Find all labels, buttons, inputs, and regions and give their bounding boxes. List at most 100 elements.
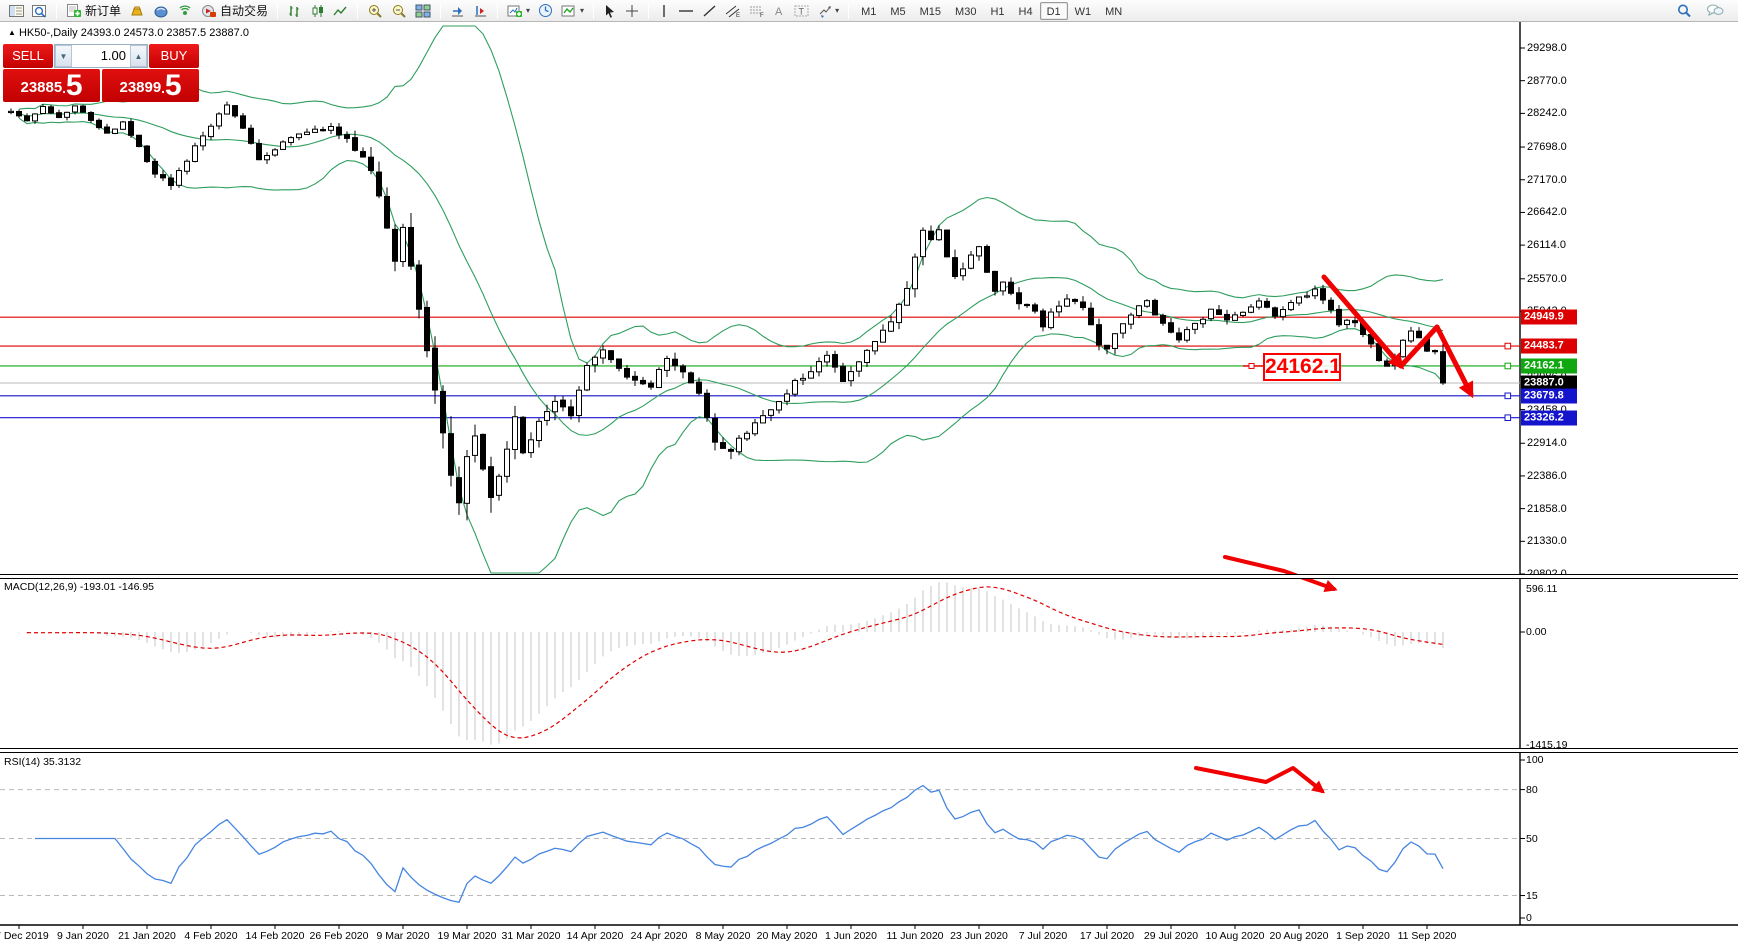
navigator-icon[interactable] [28,1,51,21]
rsi-line [35,785,1443,902]
price-axis-label: 22914.0 [1527,437,1597,449]
timeframe-button-MN[interactable]: MN [1098,2,1129,20]
timeframe-button-W1[interactable]: W1 [1068,2,1099,20]
level-line-marker[interactable] [1505,363,1511,369]
timeframe-button-M1[interactable]: M1 [854,2,883,20]
tile-windows-icon[interactable] [411,1,435,21]
date-axis-label: 20 Aug 2020 [1270,930,1329,942]
auto-scroll-icon[interactable] [446,1,469,21]
buy-price-pips: 5 [165,71,182,101]
price-level-tag: 24162.1 [1521,358,1577,373]
chart-symbol-label: HK50-,Daily [19,27,78,39]
price-annotation-box[interactable]: 24162.1 [1263,353,1341,381]
price-level-tag: 23679.8 [1521,388,1577,403]
buy-button[interactable]: BUY [149,44,199,68]
date-axis-label: 29 Jul 2020 [1144,930,1198,942]
auto-trading-label: 自动交易 [220,2,268,19]
chart-canvas[interactable] [0,0,1738,945]
timeframe-button-M5[interactable]: M5 [883,2,912,20]
date-axis-label: 10 Aug 2020 [1206,930,1265,942]
bar-chart-mode-icon[interactable] [283,1,306,21]
date-axis-label: 9 Mar 2020 [376,930,429,942]
date-axis-label: 17 Jul 2020 [1080,930,1134,942]
timeframe-button-H1[interactable]: H1 [983,2,1011,20]
crosshair-tool-icon[interactable] [621,1,643,21]
macd-signal-line [27,587,1443,738]
zoom-out-icon[interactable] [387,1,411,21]
price-axis-label: 22386.0 [1527,470,1597,482]
indicators-button[interactable]: ▾ [557,1,588,21]
svg-text:A: A [775,6,783,18]
chart-ohlc-values: 24393.0 24573.0 23857.5 23887.0 [81,27,249,39]
auto-trading-button[interactable]: 自动交易 [197,1,272,21]
price-axis-label: 28770.0 [1527,75,1597,87]
volume-decrease-button[interactable]: ▼ [55,45,72,67]
timeframe-button-M30[interactable]: M30 [948,2,983,20]
chart-shift-icon[interactable] [469,1,492,21]
level-line-marker[interactable] [1505,415,1511,421]
zoom-in-icon[interactable] [363,1,387,21]
timeframe-button-D1[interactable]: D1 [1040,2,1068,20]
svg-text:E: E [736,13,740,18]
new-chart-button[interactable]: ▾ [503,1,534,21]
bollinger-upper-band [19,26,1443,363]
date-axis-label: 14 Feb 2020 [246,930,305,942]
sell-button[interactable]: SELL [3,44,53,68]
date-axis-label: 14 Apr 2020 [567,930,624,942]
period-clock-icon[interactable] [534,1,557,21]
price-axis-label: 27698.0 [1527,141,1597,153]
date-axis-label: 9 Jan 2020 [57,930,109,942]
rsi-axis-label: 15 [1526,890,1606,902]
chart-ohlc-header: ▲ HK50-,Daily 24393.0 24573.0 23857.5 23… [8,27,249,39]
vertical-line-tool-icon[interactable] [654,1,674,21]
date-axis-label: 11 Jun 2020 [886,930,943,942]
search-icon[interactable] [1672,1,1696,21]
trendline-tool-icon[interactable] [698,1,721,21]
volume-increase-button[interactable]: ▲ [130,45,147,67]
level-line-marker[interactable] [1505,343,1511,349]
trend-arrow-macd[interactable] [1225,557,1334,589]
sell-price-main: 23885 [20,75,62,101]
date-axis-label: 8 May 2020 [696,930,751,942]
text-tool-icon[interactable]: A [769,1,790,21]
price-level-tag: 24483.7 [1521,339,1577,354]
collapse-triangle-icon[interactable]: ▲ [8,28,16,37]
market-watch-icon[interactable] [5,1,28,21]
sell-price-display[interactable]: 23885.5 [3,69,100,102]
date-axis-label: 24 Apr 2020 [631,930,688,942]
price-axis-label: 26114.0 [1527,239,1597,251]
equidistant-channel-tool-icon[interactable]: E [721,1,745,21]
price-axis-label: 29298.0 [1527,42,1597,54]
macd-panel-splitter[interactable] [0,574,1738,579]
macd-axis-zero: 0.00 [1526,626,1606,638]
gold-symbol-icon[interactable] [125,1,149,21]
signal-icon[interactable] [173,1,197,21]
rsi-indicator-label: RSI(14) 35.3132 [4,756,81,768]
line-chart-mode-icon[interactable] [329,1,352,21]
market-depth-icon[interactable] [149,1,173,21]
trend-arrow-rsi[interactable] [1196,768,1322,791]
text-label-tool-icon[interactable]: T [790,1,813,21]
price-axis-label: 25570.0 [1527,273,1597,285]
rsi-panel-splitter[interactable] [0,748,1738,753]
svg-text:F: F [760,13,764,18]
arrow-objects-button[interactable]: ▾ [813,1,843,21]
indicators-caret: ▾ [580,6,584,15]
timeframe-button-M15[interactable]: M15 [913,2,948,20]
trading-platform-window: 新订单 自动交易 [0,0,1738,945]
chat-icon[interactable] [1702,1,1728,21]
timeframe-button-H4[interactable]: H4 [1012,2,1040,20]
candlestick-mode-icon[interactable] [306,1,329,21]
new-order-button[interactable]: 新订单 [62,1,125,21]
level-line-marker[interactable] [1505,393,1511,399]
cursor-tool-icon[interactable] [599,1,621,21]
price-level-tag: 23326.2 [1521,410,1577,425]
annotation-anchor-marker [1249,363,1254,368]
rsi-axis-label: 0 [1526,912,1606,924]
horizontal-line-tool-icon[interactable] [674,1,698,21]
volume-input[interactable]: 1.00 [72,45,130,67]
candlestick-series [9,102,1446,521]
buy-price-display[interactable]: 23899.5 [102,69,199,102]
price-axis-label: 21330.0 [1527,535,1597,547]
fibonacci-tool-icon[interactable]: F [745,1,769,21]
